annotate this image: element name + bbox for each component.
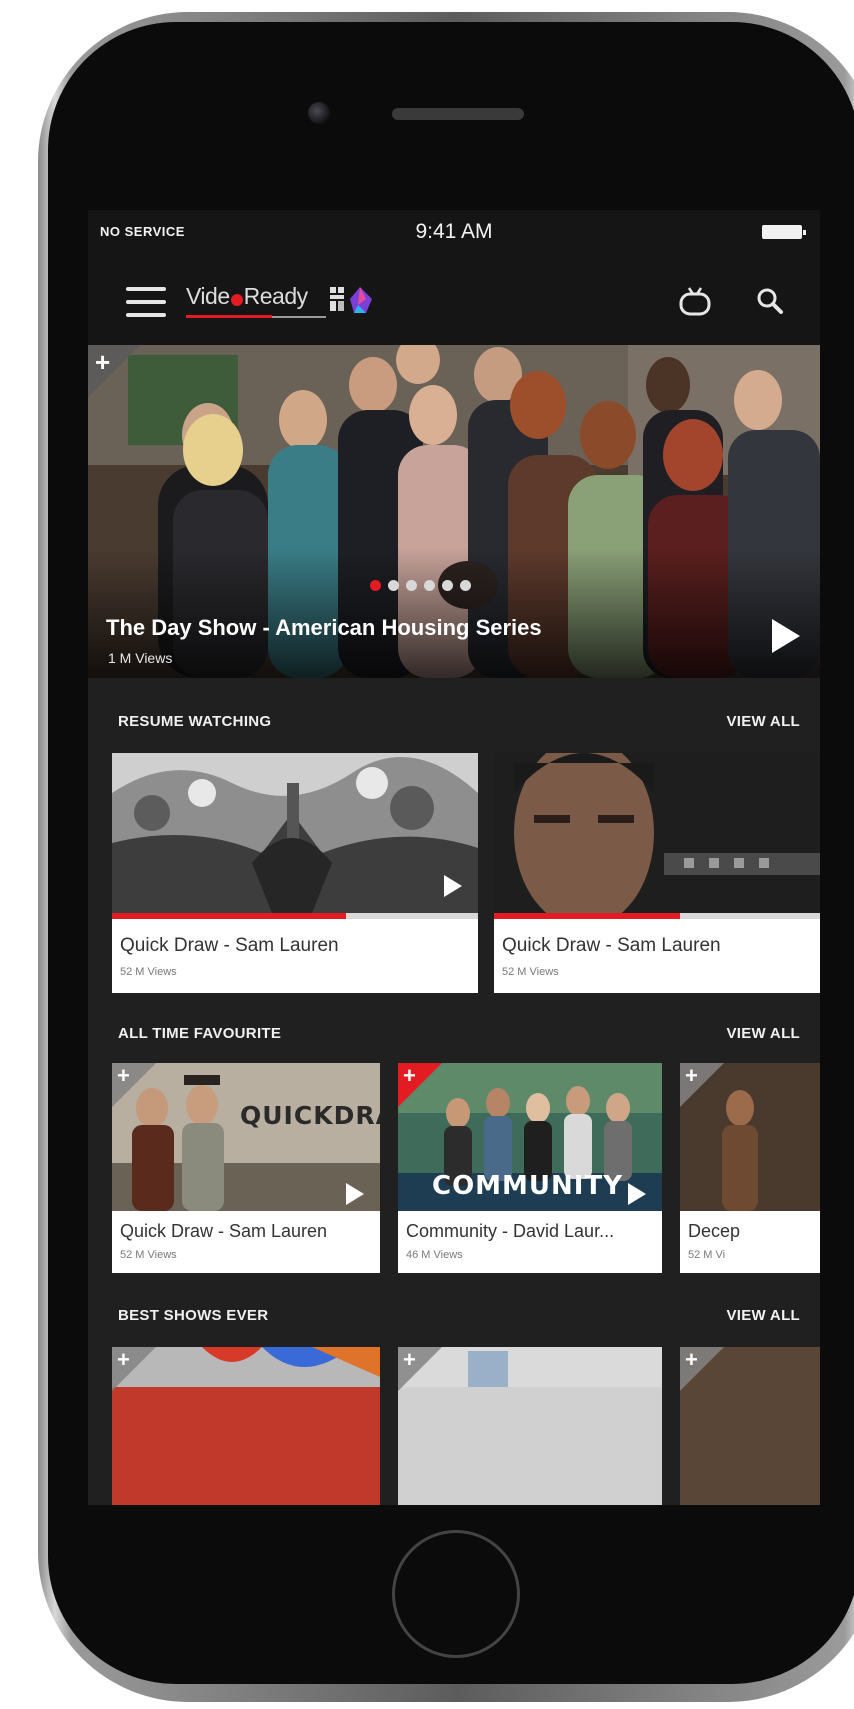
favourite-card-1[interactable]: QUICKDRAW + Quick Draw - Sam Lauren 52 M…	[112, 1063, 380, 1273]
favourite-card-3[interactable]: + Decep 52 M Vi	[680, 1063, 820, 1273]
favourite-card-2-play-icon[interactable]	[626, 1181, 648, 1207]
plus-icon: +	[117, 1347, 130, 1372]
logo-underline	[186, 315, 272, 318]
resume-card-1-progress-fill	[112, 913, 347, 919]
view-all-resume-watching[interactable]: VIEW ALL	[726, 713, 800, 730]
search-icon[interactable]	[756, 287, 784, 315]
app-screen: NO SERVICE 9:41 AM Vide Ready + The Day …	[88, 210, 820, 1505]
favourite-card-2-title: Community - David Laur...	[406, 1221, 615, 1241]
thumbnail-image	[112, 753, 478, 913]
app-logo: Vide Ready	[186, 283, 326, 323]
favourite-card-2-add-button[interactable]: +	[398, 1063, 442, 1107]
best-show-card-3[interactable]: +	[680, 1347, 820, 1505]
carousel-dot[interactable]	[442, 580, 453, 591]
logo-text-right: Ready	[243, 283, 308, 309]
view-all-all-time-favourite[interactable]: VIEW ALL	[726, 1025, 800, 1042]
resume-card-1-progress-track	[112, 913, 478, 919]
favourite-card-3-title: Decep	[688, 1221, 741, 1241]
hero-banner[interactable]: + The Day Show - American Housing Series…	[88, 345, 820, 678]
hero-gradient	[88, 548, 820, 678]
best-show-card-3-add-button[interactable]: +	[680, 1347, 724, 1391]
resume-card-1-thumbnail	[112, 753, 478, 913]
carousel-dot[interactable]	[370, 580, 381, 591]
resume-card-2-thumbnail	[494, 753, 820, 913]
resume-card-2-title: Quick Draw - Sam Lauren	[502, 935, 721, 956]
resume-card-1-views: 52 M Views	[120, 966, 177, 978]
resume-card-2-progress-fill	[494, 913, 680, 919]
favourite-card-1-thumb-text: QUICKDRAW	[240, 1101, 380, 1130]
best-show-card-1[interactable]: +	[112, 1347, 380, 1505]
logo-underline-grey	[272, 316, 326, 318]
carousel-dot[interactable]	[424, 580, 435, 591]
app-header: Vide Ready	[88, 255, 820, 345]
carousel-indicator[interactable]	[370, 580, 471, 592]
favourite-card-2[interactable]: COMMUNITY + Community - David Laur... 46…	[398, 1063, 662, 1273]
favourite-card-1-add-button[interactable]: +	[112, 1063, 156, 1107]
plus-icon: +	[685, 1347, 698, 1372]
partner-logo-icon	[330, 287, 372, 313]
front-camera	[308, 102, 330, 124]
status-bar: NO SERVICE 9:41 AM	[88, 210, 820, 255]
logo-text-left: Vide	[186, 283, 230, 309]
favourite-card-2-thumb-text: COMMUNITY	[432, 1171, 624, 1201]
carousel-dot[interactable]	[406, 580, 417, 591]
home-button[interactable]	[392, 1530, 520, 1658]
hero-views: 1 M Views	[108, 650, 173, 666]
section-title-all-time-favourite: ALL TIME FAVOURITE	[118, 1025, 282, 1042]
resume-card-2-views: 52 M Views	[502, 966, 559, 978]
plus-icon: +	[95, 347, 111, 377]
favourite-card-1-play-icon[interactable]	[344, 1181, 366, 1207]
section-title-resume-watching: RESUME WATCHING	[118, 713, 272, 730]
favourite-card-3-views: 52 M Vi	[688, 1249, 726, 1261]
favourite-card-1-title: Quick Draw - Sam Lauren	[120, 1221, 328, 1241]
resume-card-1-play-icon[interactable]	[442, 873, 464, 899]
best-show-card-2[interactable]: +	[398, 1347, 662, 1505]
hero-title: The Day Show - American Housing Series	[106, 615, 542, 640]
clock: 9:41 AM	[415, 220, 493, 243]
section-title-best-shows-ever: BEST SHOWS EVER	[118, 1307, 269, 1324]
hero-play-icon[interactable]	[770, 617, 802, 655]
logo-dot-icon	[230, 293, 243, 306]
carousel-dot[interactable]	[460, 580, 471, 591]
favourite-card-3-add-button[interactable]: +	[680, 1063, 724, 1107]
hero-add-to-list-button[interactable]: +	[88, 345, 140, 397]
favourite-card-1-views: 52 M Views	[120, 1249, 177, 1261]
resume-card-2[interactable]: Quick Draw - Sam Lauren 52 M Views	[494, 753, 820, 993]
plus-icon: +	[403, 1063, 416, 1088]
hamburger-menu-icon[interactable]	[126, 287, 166, 317]
earpiece-speaker	[392, 108, 524, 120]
plus-icon: +	[685, 1063, 698, 1088]
carousel-dot[interactable]	[388, 580, 399, 591]
best-show-card-2-add-button[interactable]: +	[398, 1347, 442, 1391]
thumbnail-image	[494, 753, 820, 913]
best-show-card-1-add-button[interactable]: +	[112, 1347, 156, 1391]
plus-icon: +	[117, 1063, 130, 1088]
resume-card-1-title: Quick Draw - Sam Lauren	[120, 935, 339, 956]
view-all-best-shows-ever[interactable]: VIEW ALL	[726, 1307, 800, 1324]
plus-icon: +	[403, 1347, 416, 1372]
battery-icon	[762, 225, 806, 239]
favourite-card-2-views: 46 M Views	[406, 1249, 463, 1261]
tv-guide-icon[interactable]	[678, 285, 712, 319]
resume-card-2-progress-track	[494, 913, 820, 919]
resume-card-1[interactable]: Quick Draw - Sam Lauren 52 M Views	[112, 753, 478, 993]
